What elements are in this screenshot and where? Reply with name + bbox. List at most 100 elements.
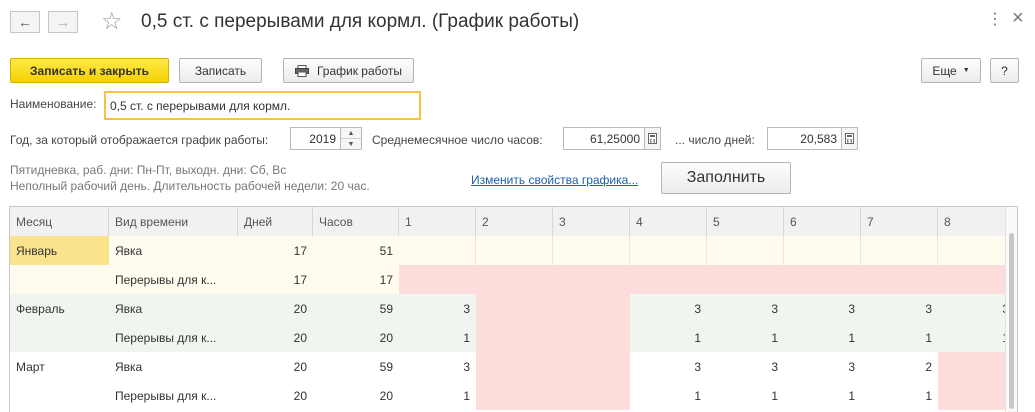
hours-cell[interactable]: 20 — [313, 381, 399, 410]
vertical-scrollbar[interactable] — [1005, 207, 1017, 412]
year-stepper[interactable]: ▲ ▼ — [341, 127, 362, 150]
scrollbar-thumb[interactable] — [1009, 233, 1014, 409]
day-1-cell[interactable] — [399, 236, 476, 265]
month-cell[interactable] — [10, 323, 109, 352]
col-day-2-header[interactable]: 2 — [476, 207, 553, 236]
day-1-cell[interactable]: 1 — [399, 381, 476, 410]
day-5-cell[interactable]: 1 — [707, 381, 784, 410]
day-6-cell[interactable]: 1 — [784, 323, 861, 352]
table-row[interactable]: Перерывы для к...2020111111 — [10, 323, 1017, 352]
day-4-cell[interactable] — [630, 265, 707, 294]
hours-cell[interactable]: 51 — [313, 236, 399, 265]
col-day-1-header[interactable]: 1 — [399, 207, 476, 236]
day-6-cell[interactable]: 3 — [784, 352, 861, 381]
day-3-cell[interactable] — [553, 352, 630, 381]
day-3-cell[interactable] — [553, 381, 630, 410]
hours-cell[interactable]: 59 — [313, 294, 399, 323]
month-cell[interactable]: Февраль — [10, 294, 109, 323]
table-row[interactable]: Перерывы для к... 17 17 — [10, 265, 1017, 294]
table-row[interactable]: Январь Явка 17 51 — [10, 236, 1017, 265]
name-input[interactable]: 0,5 ст. с перерывами для кормл. — [104, 91, 421, 120]
table-row[interactable]: Март Явка 20 59 3 3 3 3 2 — [10, 352, 1017, 381]
month-cell[interactable]: Январь — [10, 236, 109, 265]
day-2-cell[interactable] — [476, 323, 553, 352]
time-kind-cell[interactable]: Перерывы для к... — [109, 381, 238, 410]
day-8-cell[interactable]: 1 — [938, 323, 1015, 352]
day-7-cell[interactable]: 2 — [861, 352, 938, 381]
days-cell[interactable]: 20 — [238, 294, 313, 323]
day-1-cell[interactable]: 1 — [399, 323, 476, 352]
month-cell[interactable] — [10, 265, 109, 294]
day-3-cell[interactable] — [553, 323, 630, 352]
back-button[interactable]: ← — [10, 11, 40, 33]
col-day-5-header[interactable]: 5 — [707, 207, 784, 236]
avg-hours-input[interactable]: 61,25000 — [563, 127, 645, 150]
day-1-cell[interactable]: 3 — [399, 294, 476, 323]
days-cell[interactable]: 17 — [238, 236, 313, 265]
col-day-7-header[interactable]: 7 — [861, 207, 938, 236]
table-row[interactable]: ФевральЯвка2059333333 — [10, 294, 1017, 323]
col-day-3-header[interactable]: 3 — [553, 207, 630, 236]
year-input[interactable]: 2019 — [290, 127, 341, 150]
day-6-cell[interactable] — [784, 265, 861, 294]
day-4-cell[interactable]: 3 — [630, 352, 707, 381]
day-5-cell[interactable]: 3 — [707, 352, 784, 381]
month-cell[interactable]: Март — [10, 352, 109, 381]
save-button[interactable]: Записать — [179, 58, 262, 83]
day-3-cell[interactable] — [553, 294, 630, 323]
more-dropdown-button[interactable]: Еще ▼ — [921, 58, 981, 83]
month-cell[interactable] — [10, 381, 109, 410]
forward-button[interactable]: → — [48, 11, 78, 33]
avg-hours-calculator-button[interactable] — [645, 127, 661, 150]
days-cell[interactable]: 20 — [238, 323, 313, 352]
day-1-cell[interactable] — [399, 265, 476, 294]
save-and-close-button[interactable]: Записать и закрыть — [10, 58, 169, 83]
time-kind-cell[interactable]: Явка — [109, 294, 238, 323]
day-8-cell[interactable] — [938, 352, 1015, 381]
day-8-cell[interactable] — [938, 236, 1015, 265]
time-kind-cell[interactable]: Перерывы для к... — [109, 323, 238, 352]
year-down-icon[interactable]: ▼ — [341, 138, 361, 149]
day-8-cell[interactable] — [938, 381, 1015, 410]
day-6-cell[interactable]: 3 — [784, 294, 861, 323]
day-2-cell[interactable] — [476, 381, 553, 410]
day-5-cell[interactable] — [707, 265, 784, 294]
work-schedule-button[interactable]: График работы — [283, 58, 414, 83]
time-kind-cell[interactable]: Явка — [109, 236, 238, 265]
day-4-cell[interactable]: 1 — [630, 323, 707, 352]
day-4-cell[interactable] — [630, 236, 707, 265]
table-row[interactable]: Перерывы для к... 20 20 1 1 1 1 1 — [10, 381, 1017, 410]
day-8-cell[interactable]: 3 — [938, 294, 1015, 323]
day-7-cell[interactable]: 1 — [861, 323, 938, 352]
day-6-cell[interactable]: 1 — [784, 381, 861, 410]
col-month-header[interactable]: Месяц — [10, 207, 109, 236]
day-5-cell[interactable] — [707, 236, 784, 265]
fill-button[interactable]: Заполнить — [661, 162, 791, 194]
day-7-cell[interactable] — [861, 265, 938, 294]
col-time-kind-header[interactable]: Вид времени — [109, 207, 238, 236]
day-4-cell[interactable]: 3 — [630, 294, 707, 323]
days-count-input[interactable]: 20,583 — [767, 127, 842, 150]
day-2-cell[interactable] — [476, 294, 553, 323]
day-7-cell[interactable]: 3 — [861, 294, 938, 323]
day-2-cell[interactable] — [476, 265, 553, 294]
days-calculator-button[interactable] — [842, 127, 858, 150]
days-cell[interactable]: 17 — [238, 265, 313, 294]
col-days-header[interactable]: Дней — [238, 207, 313, 236]
day-3-cell[interactable] — [553, 236, 630, 265]
hours-cell[interactable]: 20 — [313, 323, 399, 352]
year-up-icon[interactable]: ▲ — [341, 128, 361, 138]
days-cell[interactable]: 20 — [238, 352, 313, 381]
day-2-cell[interactable] — [476, 352, 553, 381]
day-8-cell[interactable] — [938, 265, 1015, 294]
favorite-star-icon[interactable]: ☆ — [101, 8, 123, 36]
day-6-cell[interactable] — [784, 236, 861, 265]
day-5-cell[interactable]: 3 — [707, 294, 784, 323]
day-3-cell[interactable] — [553, 265, 630, 294]
day-4-cell[interactable]: 1 — [630, 381, 707, 410]
change-properties-link[interactable]: Изменить свойства графика... — [471, 173, 638, 187]
day-5-cell[interactable]: 1 — [707, 323, 784, 352]
day-1-cell[interactable]: 3 — [399, 352, 476, 381]
time-kind-cell[interactable]: Перерывы для к... — [109, 265, 238, 294]
hours-cell[interactable]: 17 — [313, 265, 399, 294]
